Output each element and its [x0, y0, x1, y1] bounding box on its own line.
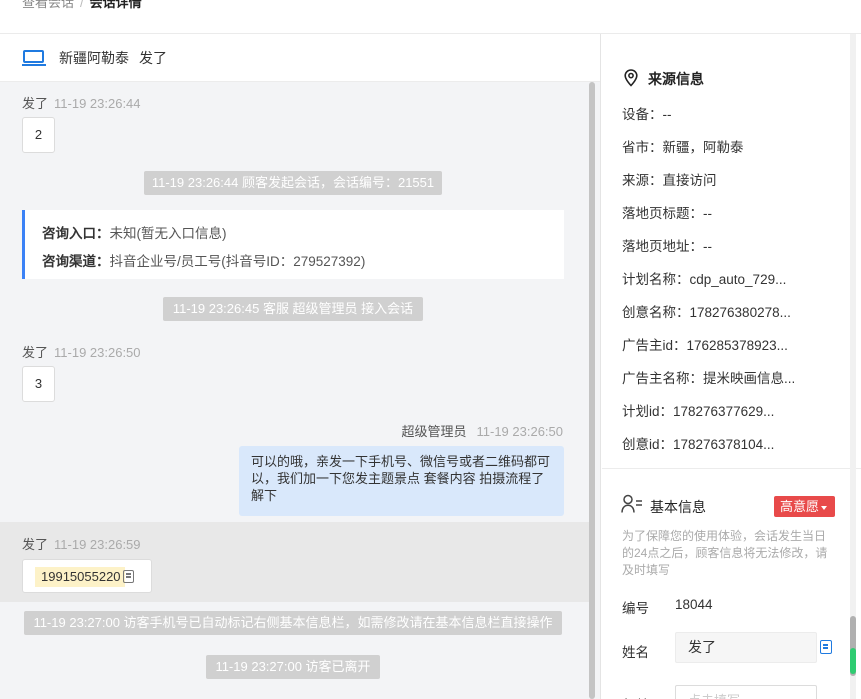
system-notice: 11-19 23:26:45 客服 超级管理员 接入会话: [163, 297, 423, 321]
chat-header: 新疆阿勒泰 发了: [0, 34, 600, 82]
message-meta: 发了 11-19 23:26:59: [22, 534, 141, 553]
source-info-item: 计划名称：cdp_auto_729...: [622, 272, 787, 287]
message-meta: 发了 11-19 23:26:44: [22, 93, 141, 112]
age-field[interactable]: 点击填写: [675, 685, 817, 699]
edit-tip: 为了保障您的使用体验，会话发生当日的24点之后，顾客信息将无法修改，请及时填写: [622, 529, 828, 577]
copy-icon[interactable]: [820, 640, 832, 654]
agent-message-bubble: 可以的哦，亲发一下手机号、微信号或者二维码都可以，我们加一下您发主题景点 套餐内…: [239, 446, 564, 516]
system-notice: 11-19 23:26:44 顾客发起会话，会话编号：21551: [144, 171, 442, 195]
name-field[interactable]: 发了: [675, 632, 817, 663]
visitor-region: 新疆阿勒泰: [59, 49, 129, 66]
chat-scrollbar[interactable]: [589, 82, 596, 699]
phone-message-bubble: 19915055220: [22, 559, 152, 593]
visitor-name: 发了: [139, 49, 167, 66]
visitor-message-bubble: 2: [22, 117, 55, 153]
agent-message-meta: 超级管理员 11-19 23:26:50: [401, 421, 563, 440]
entry-label: 咨询入口：: [42, 226, 110, 241]
entry-info-card: 咨询入口：未知(暂无入口信息) 咨询渠道：抖音企业号/员工号(抖音号ID：279…: [22, 210, 564, 279]
caret-down-icon: [821, 505, 828, 510]
breadcrumb: 查看会话 / 会话详情: [0, 0, 861, 34]
entry-value: 未知(暂无入口信息): [109, 226, 227, 241]
copy-icon[interactable]: [123, 570, 134, 583]
breadcrumb-separator: /: [80, 0, 84, 10]
id-label: 编号: [622, 601, 649, 616]
source-info-item: 广告主名称：提米映画信息...: [622, 371, 796, 386]
breadcrumb-parent-link[interactable]: 查看会话: [22, 0, 74, 10]
message-meta: 发了 11-19 23:26:50: [22, 342, 141, 361]
message-sender: 发了: [22, 537, 49, 552]
source-info-item: 创意id：178276378104...: [622, 437, 775, 452]
source-info-item: 落地页标题：--: [622, 206, 712, 221]
source-info-item: 计划id：178276377629...: [622, 404, 775, 419]
user-list-icon: [621, 494, 642, 513]
source-info-item: 设备：--: [622, 107, 672, 122]
id-value: 18044: [675, 597, 713, 612]
basic-info-title: 基本信息: [650, 499, 706, 515]
intent-badge-label: 高意愿: [780, 499, 820, 514]
map-pin-icon: [624, 69, 638, 87]
system-notice: 11-19 23:27:00 访客已离开: [206, 655, 380, 679]
channel-label: 咨询渠道：: [42, 254, 110, 269]
intent-dropdown[interactable]: 高意愿: [774, 496, 835, 517]
message-time: 11-19 23:26:59: [54, 537, 141, 552]
source-info-list: 设备：-- 省市：新疆，阿勒泰 来源：直接访问 落地页标题：-- 落地页地址：-…: [622, 104, 795, 467]
source-info-item: 落地页地址：--: [622, 239, 712, 254]
system-notice: 11-19 23:27:00 访客手机号已自动标记右侧基本信息栏，如需修改请在基…: [24, 611, 562, 635]
info-panel-scrollbar[interactable]: [849, 34, 857, 699]
breadcrumb-current: 会话详情: [89, 0, 142, 10]
section-divider: [602, 468, 861, 469]
source-info-item: 创意名称：178276380278...: [622, 305, 791, 320]
laptop-icon: [22, 49, 46, 67]
phone-number-highlight[interactable]: 19915055220: [35, 567, 125, 587]
source-info-item: 省市：新疆，阿勒泰: [622, 140, 744, 155]
message-sender: 发了: [22, 345, 49, 360]
agent-sender: 超级管理员: [401, 424, 467, 439]
source-info-item: 来源：直接访问: [622, 173, 717, 188]
message-sender: 发了: [22, 96, 49, 111]
message-time: 11-19 23:26:50: [54, 345, 141, 360]
channel-value: 抖音企业号/员工号(抖音号ID：279527392): [109, 254, 366, 269]
source-info-title: 来源信息: [648, 71, 704, 87]
name-label: 姓名: [622, 645, 649, 660]
agent-message-time: 11-19 23:26:50: [476, 424, 564, 439]
visitor-message-bubble: 3: [22, 366, 55, 402]
source-info-item: 广告主id：176285378923...: [622, 338, 788, 353]
message-time: 11-19 23:26:44: [54, 96, 141, 111]
visitor-info-panel: 来源信息 设备：-- 省市：新疆，阿勒泰 来源：直接访问 落地页标题：-- 落地…: [602, 34, 861, 699]
chat-panel: 新疆阿勒泰 发了 发了 11-19 23:26:44 2 11-19 23:26:…: [0, 34, 601, 699]
age-label: 年龄: [622, 694, 649, 699]
